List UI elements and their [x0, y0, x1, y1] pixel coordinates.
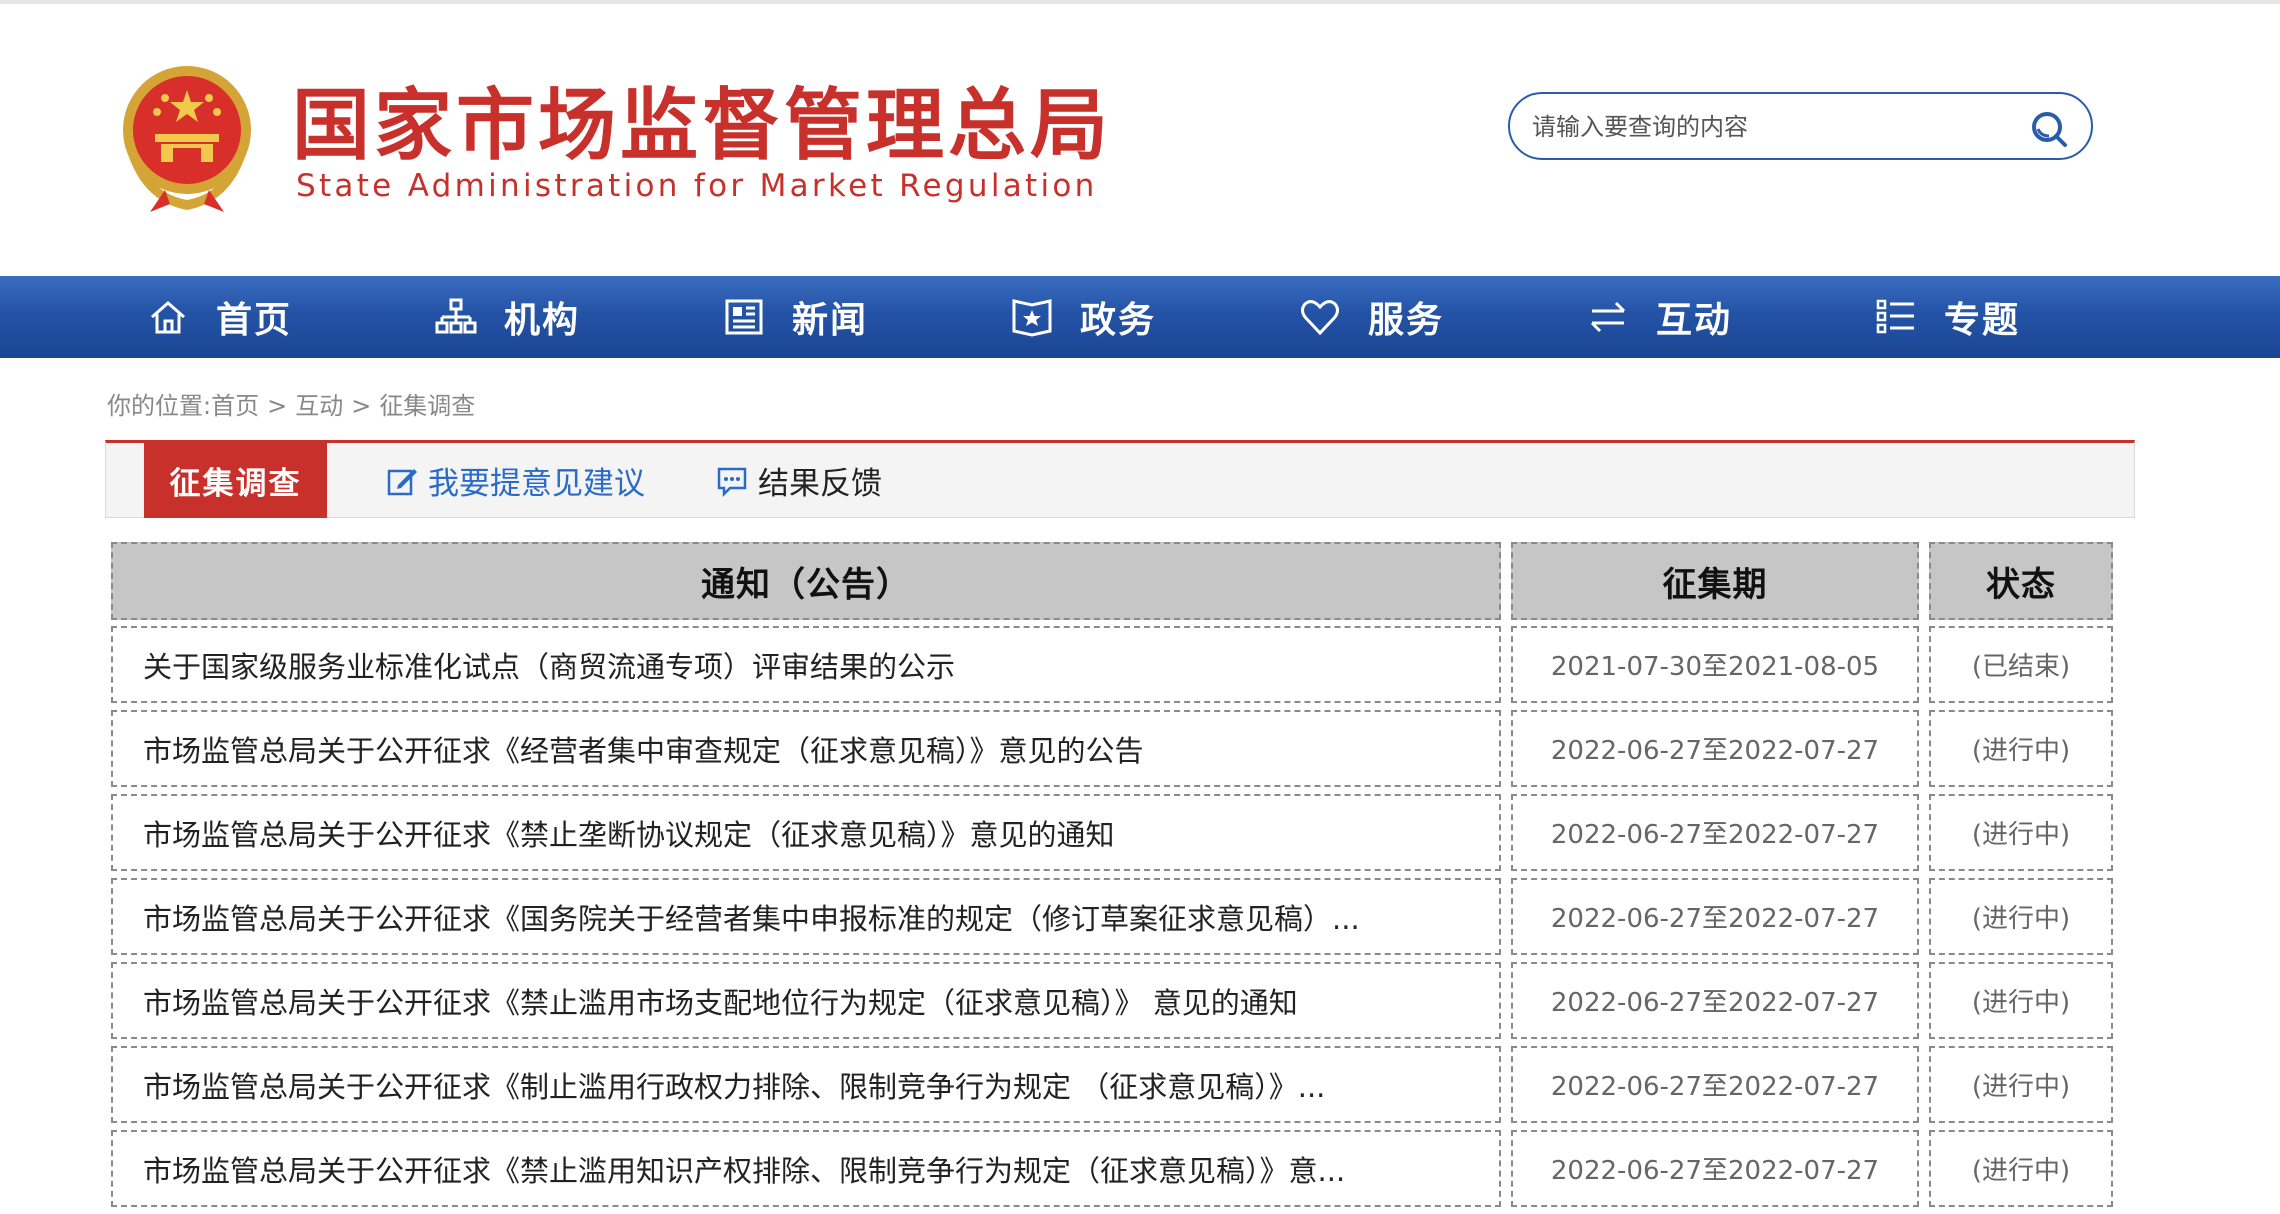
topic-list-icon [1876, 299, 1914, 334]
breadcrumb-prefix: 你的位置: [107, 392, 212, 420]
breadcrumb-interaction[interactable]: 互动 [295, 392, 343, 420]
nav-label: 机构 [504, 300, 581, 341]
nav-item-topics[interactable]: 专题 [1874, 276, 2020, 358]
status-text: (进行中) [1929, 1046, 2113, 1123]
status-text: (进行中) [1929, 710, 2113, 787]
nav-item-affairs[interactable]: 政务 [1010, 276, 1156, 358]
nav-label: 服务 [1368, 300, 1445, 341]
edit-icon [387, 468, 417, 495]
nav-label: 专题 [1944, 300, 2021, 341]
exchange-arrows-icon [1590, 301, 1626, 333]
notice-title-link[interactable]: 市场监管总局关于公开征求《国务院关于经营者集中申报标准的规定（修订草案征求意见稿… [111, 878, 1501, 955]
nav-item-news[interactable]: 新闻 [722, 276, 868, 358]
collection-period: 2022-06-27至2022-07-27 [1511, 878, 1919, 955]
notice-title-link[interactable]: 市场监管总局关于公开征求《禁止滥用市场支配地位行为规定（征求意见稿）》 意见的通… [111, 962, 1501, 1039]
site-subtitle: State Administration for Market Regulati… [296, 168, 1098, 204]
site-title: 国家市场监督管理总局 [292, 81, 1113, 171]
search-box [1508, 92, 2093, 160]
status-text: (进行中) [1929, 962, 2113, 1039]
nav-item-services[interactable]: 服务 [1298, 276, 1444, 358]
nav-label: 互动 [1656, 300, 1733, 341]
nav-label: 政务 [1080, 300, 1157, 341]
heart-icon [1301, 300, 1339, 336]
nav-label: 首页 [216, 300, 293, 341]
document-star-icon [1012, 299, 1052, 337]
notice-title-link[interactable]: 市场监管总局关于公开征求《经营者集中审查规定（征求意见稿）》意见的公告 [111, 710, 1501, 787]
section-tab-bar: 征集调查 我要提意见建议 结果反馈 [105, 440, 2135, 518]
national-emblem-logo[interactable] [115, 62, 260, 217]
tab-survey[interactable]: 征集调查 [144, 443, 327, 518]
tab-submit-suggestion[interactable]: 我要提意见建议 [386, 443, 645, 518]
notice-title-link[interactable]: 市场监管总局关于公开征求《禁止垄断协议规定（征求意见稿）》意见的通知 [111, 794, 1501, 871]
status-text: (进行中) [1929, 878, 2113, 955]
status-text: (已结束) [1929, 626, 2113, 703]
breadcrumb: 你的位置:首页 > 互动 > 征集调查 [107, 386, 475, 421]
nav-item-interaction[interactable]: 互动 [1586, 276, 1732, 358]
collection-period: 2022-06-27至2022-07-27 [1511, 1046, 1919, 1123]
notice-title-link[interactable]: 关于国家级服务业标准化试点（商贸流通专项）评审结果的公示 [111, 626, 1501, 703]
notice-title-link[interactable]: 市场监管总局关于公开征求《制止滥用行政权力排除、限制竞争行为规定 （征求意见稿）… [111, 1046, 1501, 1123]
collection-period: 2022-06-27至2022-07-27 [1511, 794, 1919, 871]
top-border [0, 0, 2280, 4]
collection-period: 2021-07-30至2021-08-05 [1511, 626, 1919, 703]
tab-feedback-label: 结果反馈 [758, 466, 882, 502]
tab-result-feedback[interactable]: 结果反馈 [716, 443, 882, 518]
notice-title-link[interactable]: 市场监管总局关于公开征求《禁止滥用知识产权排除、限制竞争行为规定（征求意见稿）》… [111, 1130, 1501, 1207]
breadcrumb-current[interactable]: 征集调查 [379, 392, 475, 420]
newspaper-icon [725, 299, 763, 335]
collection-period: 2022-06-27至2022-07-27 [1511, 1130, 1919, 1207]
tab-suggest-label: 我要提意见建议 [428, 466, 645, 502]
breadcrumb-home[interactable]: 首页 [211, 392, 259, 420]
home-icon [151, 301, 185, 334]
breadcrumb-separator: > [351, 392, 372, 420]
search-input[interactable] [1532, 106, 2012, 148]
nav-label: 新闻 [792, 300, 869, 341]
search-icon[interactable] [2029, 109, 2069, 149]
column-header-status: 状态 [1929, 542, 2113, 620]
column-header-period: 征集期 [1511, 542, 1919, 620]
org-chart-icon [435, 298, 477, 334]
status-text: (进行中) [1929, 794, 2113, 871]
nav-item-org[interactable]: 机构 [434, 276, 580, 358]
collection-period: 2022-06-27至2022-07-27 [1511, 710, 1919, 787]
breadcrumb-separator: > [267, 392, 288, 420]
column-header-title: 通知（公告） [111, 542, 1501, 620]
collection-period: 2022-06-27至2022-07-27 [1511, 962, 1919, 1039]
nav-item-home[interactable]: 首页 [146, 276, 292, 358]
status-text: (进行中) [1929, 1130, 2113, 1207]
main-nav: 首页 机构 新闻 政务 服务 互动 专题 [0, 276, 2280, 358]
chat-bubble-icon [717, 467, 747, 497]
